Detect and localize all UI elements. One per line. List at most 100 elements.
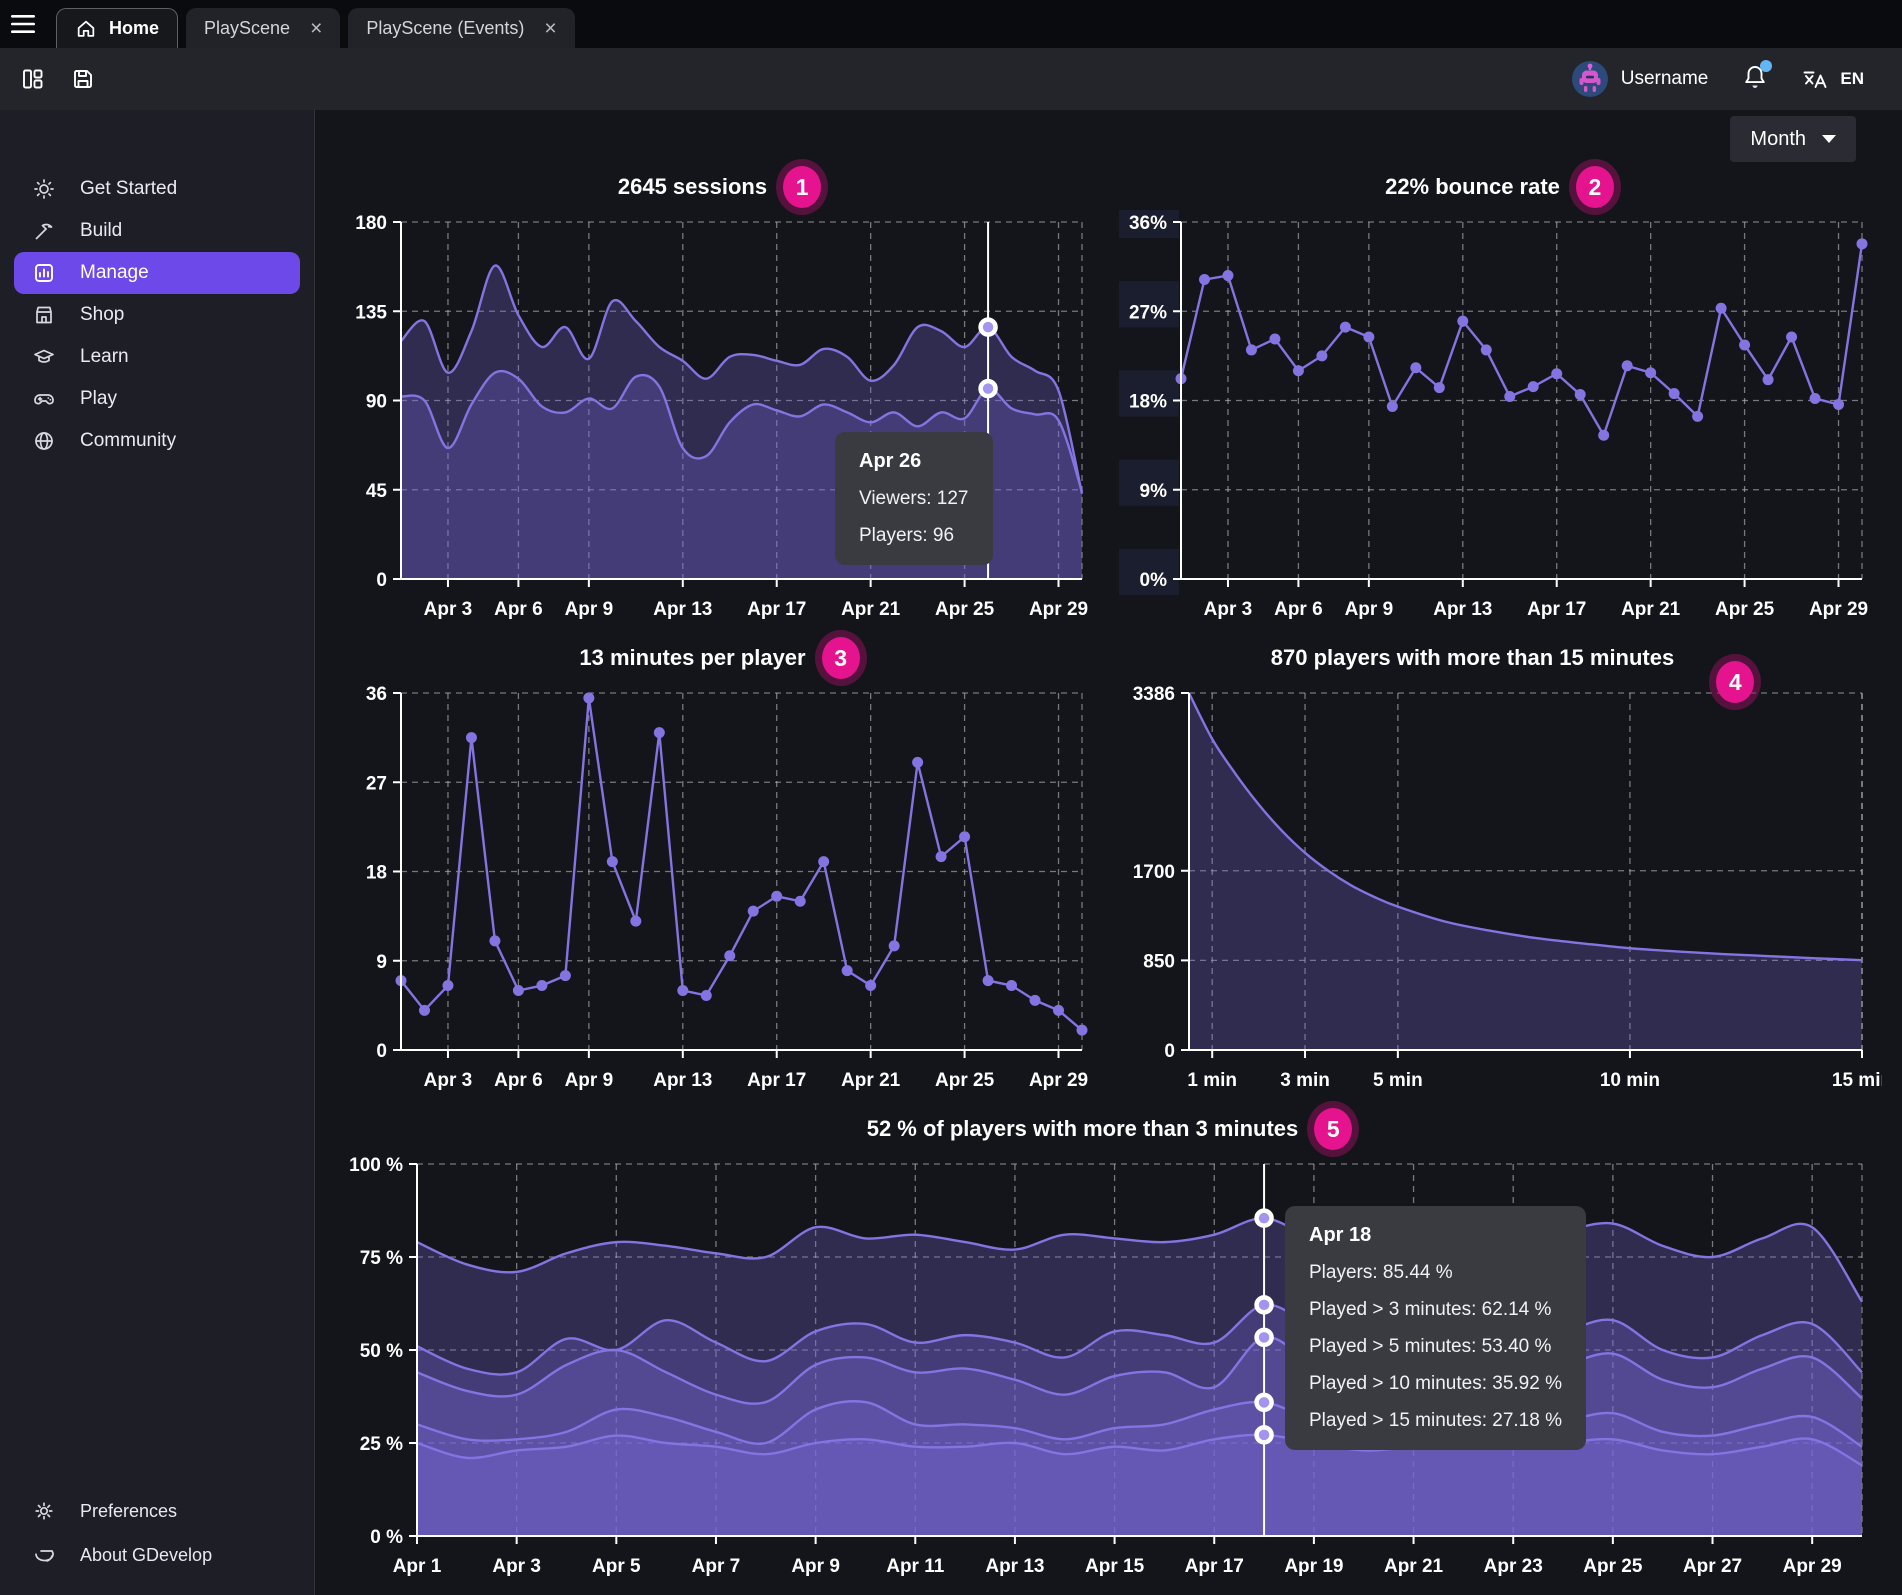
svg-text:9%: 9% bbox=[1140, 481, 1168, 502]
tour-badge-4[interactable]: 4 bbox=[1716, 661, 1754, 703]
sidebar-item-preferences[interactable]: Preferences bbox=[0, 1489, 314, 1533]
chart-title: 13 minutes per player 3 bbox=[337, 635, 1102, 681]
svg-text:18: 18 bbox=[366, 863, 387, 884]
chart-title-text: 13 minutes per player bbox=[579, 645, 805, 671]
svg-text:Apr 15: Apr 15 bbox=[1085, 1556, 1145, 1577]
svg-text:Apr 6: Apr 6 bbox=[1274, 599, 1323, 620]
tooltip-line: Played > 3 minutes: 62.14 % bbox=[1309, 1299, 1562, 1321]
svg-text:Apr 29: Apr 29 bbox=[1809, 599, 1868, 620]
players-percent-chart[interactable]: 0 %25 %50 %75 %100 %Apr 1Apr 3Apr 5Apr 7… bbox=[337, 1152, 1882, 1592]
tour-badge-2[interactable]: 2 bbox=[1576, 166, 1614, 208]
sidebar-item-manage[interactable]: Manage bbox=[14, 252, 300, 294]
sidebar-item-label: Build bbox=[80, 220, 122, 242]
svg-text:27: 27 bbox=[366, 773, 387, 794]
tooltip-date: Apr 26 bbox=[859, 450, 969, 473]
svg-text:Apr 7: Apr 7 bbox=[692, 1556, 741, 1577]
chart-title: 52 % of players with more than 3 minutes… bbox=[337, 1106, 1882, 1152]
tooltip-line: Played > 15 minutes: 27.18 % bbox=[1309, 1410, 1562, 1432]
svg-text:3 min: 3 min bbox=[1280, 1070, 1330, 1091]
open-project-manager-button[interactable] bbox=[16, 62, 50, 96]
sidebar-item-build[interactable]: Build bbox=[0, 210, 314, 252]
tooltip-line: Players: 85.44 % bbox=[1309, 1262, 1562, 1284]
svg-text:36%: 36% bbox=[1129, 213, 1167, 234]
sessions-tooltip: Apr 26 Viewers: 127 Players: 96 bbox=[835, 432, 993, 565]
tab-playscene[interactable]: PlayScene × bbox=[186, 8, 340, 48]
user-account-button[interactable]: Username bbox=[1572, 61, 1709, 97]
svg-text:27%: 27% bbox=[1129, 302, 1167, 323]
svg-text:Apr 21: Apr 21 bbox=[1384, 1556, 1444, 1577]
tab-label: PlayScene (Events) bbox=[366, 18, 524, 39]
graduation-cap-icon bbox=[32, 345, 56, 369]
period-dropdown-label: Month bbox=[1750, 128, 1806, 151]
minutes-per-player-chart[interactable]: 09182736Apr 3Apr 6Apr 9Apr 13Apr 17Apr 2… bbox=[337, 681, 1102, 1106]
svg-text:Apr 25: Apr 25 bbox=[935, 599, 995, 620]
svg-text:Apr 17: Apr 17 bbox=[1527, 599, 1586, 620]
close-icon[interactable]: × bbox=[544, 18, 556, 39]
svg-text:Apr 17: Apr 17 bbox=[747, 1070, 806, 1091]
players-percent-tooltip: Apr 18 Players: 85.44 % Played > 3 minut… bbox=[1285, 1206, 1586, 1450]
gdevelop-logo-icon bbox=[32, 1543, 56, 1567]
home-icon bbox=[75, 18, 97, 40]
tour-badge-3[interactable]: 3 bbox=[822, 637, 860, 679]
sidebar-item-label: Manage bbox=[80, 262, 149, 284]
notification-dot bbox=[1760, 60, 1772, 72]
chart-title-text: 52 % of players with more than 3 minutes bbox=[867, 1116, 1299, 1142]
chart-title-text: 870 players with more than 15 minutes bbox=[1271, 645, 1674, 671]
close-icon[interactable]: × bbox=[310, 18, 322, 39]
notifications-button[interactable] bbox=[1742, 63, 1768, 96]
hamburger-menu-button[interactable] bbox=[0, 0, 46, 48]
language-code-label: EN bbox=[1840, 69, 1864, 89]
svg-text:Apr 13: Apr 13 bbox=[985, 1556, 1044, 1577]
tour-badge-5[interactable]: 5 bbox=[1314, 1108, 1352, 1150]
sidebar-item-community[interactable]: Community bbox=[0, 420, 314, 462]
svg-text:Apr 21: Apr 21 bbox=[841, 599, 901, 620]
minutes-per-player-chart-card: 13 minutes per player 3 09182736Apr 3Apr… bbox=[337, 635, 1102, 1106]
tab-playscene-events[interactable]: PlayScene (Events) × bbox=[348, 8, 574, 48]
svg-text:Apr 1: Apr 1 bbox=[393, 1556, 442, 1577]
username-label: Username bbox=[1621, 68, 1709, 90]
sessions-chart-card: 2645 sessions 1 04590135180Apr 3Apr 6Apr… bbox=[337, 164, 1102, 635]
svg-text:0%: 0% bbox=[1140, 570, 1168, 591]
svg-text:Apr 11: Apr 11 bbox=[886, 1556, 945, 1577]
save-button[interactable] bbox=[66, 62, 100, 96]
tour-badge-1[interactable]: 1 bbox=[783, 166, 821, 208]
players-percent-chart-card: 52 % of players with more than 3 minutes… bbox=[337, 1106, 1882, 1592]
retention-duration-chart-card: 870 players with more than 15 minutes 4 … bbox=[1117, 635, 1882, 1106]
chart-title: 2645 sessions 1 bbox=[337, 164, 1102, 210]
period-dropdown[interactable]: Month bbox=[1730, 116, 1856, 162]
tooltip-line: Played > 5 minutes: 53.40 % bbox=[1309, 1336, 1562, 1358]
svg-text:0: 0 bbox=[376, 570, 387, 591]
svg-text:Apr 6: Apr 6 bbox=[494, 599, 543, 620]
sun-icon bbox=[32, 177, 56, 201]
players-duration-chart[interactable]: 0850170033861 min3 min5 min10 min15 min bbox=[1117, 681, 1882, 1106]
svg-text:Apr 21: Apr 21 bbox=[1621, 599, 1681, 620]
footer-item-label: About GDevelop bbox=[80, 1545, 212, 1566]
svg-text:Apr 29: Apr 29 bbox=[1783, 1556, 1842, 1577]
svg-text:100 %: 100 % bbox=[349, 1155, 403, 1176]
tooltip-line: Players: 96 bbox=[859, 525, 969, 547]
svg-text:Apr 13: Apr 13 bbox=[653, 1070, 712, 1091]
language-selector[interactable]: EN bbox=[1802, 67, 1864, 91]
svg-text:9: 9 bbox=[376, 952, 387, 973]
sidebar: Get Started Build Manage bbox=[0, 110, 315, 1595]
svg-text:0: 0 bbox=[1164, 1041, 1175, 1062]
svg-text:45: 45 bbox=[366, 481, 388, 502]
sidebar-item-label: Community bbox=[80, 430, 176, 452]
tab-home[interactable]: Home bbox=[56, 8, 178, 48]
toolbar: Username EN bbox=[0, 48, 1902, 110]
sidebar-item-about[interactable]: About GDevelop bbox=[0, 1533, 314, 1577]
sidebar-item-learn[interactable]: Learn bbox=[0, 336, 314, 378]
save-floppy-icon bbox=[71, 67, 95, 91]
svg-text:Apr 17: Apr 17 bbox=[1185, 1556, 1244, 1577]
bounce-rate-chart[interactable]: 0%9%18%27%36%Apr 3Apr 6Apr 9Apr 13Apr 17… bbox=[1117, 210, 1882, 635]
sidebar-item-get-started[interactable]: Get Started bbox=[0, 168, 314, 210]
svg-text:25 %: 25 % bbox=[360, 1434, 403, 1455]
panels-layout-icon bbox=[21, 67, 45, 91]
bounce-rate-chart-card: 22% bounce rate 2 0%9%18%27%36%Apr 3Apr … bbox=[1117, 164, 1882, 635]
tab-label: PlayScene bbox=[204, 18, 290, 39]
sessions-chart[interactable]: 04590135180Apr 3Apr 6Apr 9Apr 13Apr 17Ap… bbox=[337, 210, 1102, 635]
sidebar-item-play[interactable]: Play bbox=[0, 378, 314, 420]
svg-text:0: 0 bbox=[376, 1041, 387, 1062]
window-tab-bar: Home PlayScene × PlayScene (Events) × bbox=[0, 0, 1902, 48]
sidebar-item-shop[interactable]: Shop bbox=[0, 294, 314, 336]
